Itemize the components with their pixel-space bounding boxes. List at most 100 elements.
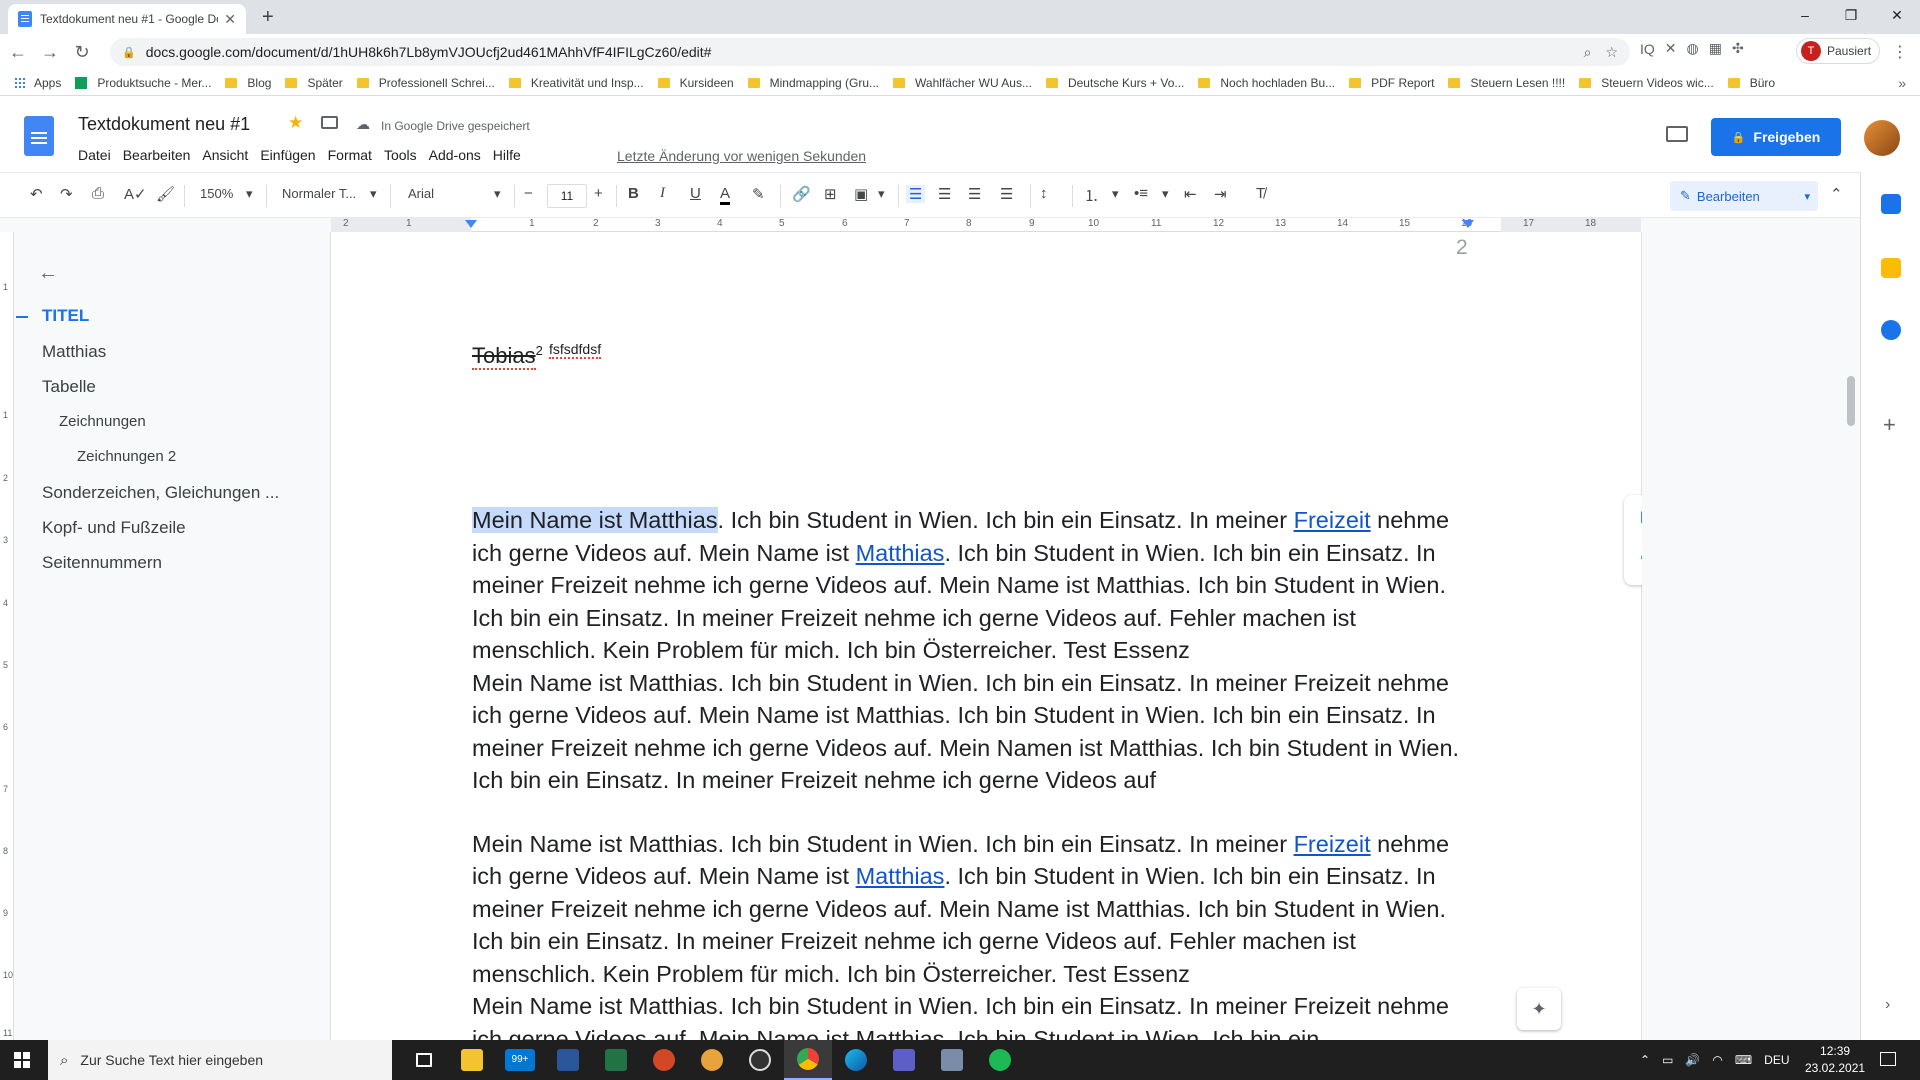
bookmark-item[interactable]: Noch hochladen Bu... (1198, 76, 1335, 90)
outline-item-matthias[interactable]: Matthias (42, 342, 106, 362)
restore-icon[interactable]: ❐ (1828, 4, 1874, 26)
editing-mode-select[interactable]: ✎ Bearbeiten ▾ (1670, 181, 1818, 211)
zoom-select[interactable]: 150% (200, 186, 233, 201)
bookmark-item[interactable]: Kursideen (657, 76, 734, 90)
bookmark-item[interactable]: Blog (225, 76, 271, 90)
chevron-down-icon[interactable]: ▾ (1162, 186, 1169, 202)
taskbar-search[interactable]: ⌕ Zur Suche Text hier eingeben (48, 1040, 392, 1080)
chrome-icon[interactable] (784, 1040, 832, 1080)
powerpoint-icon[interactable] (640, 1040, 688, 1080)
spellcheck-icon[interactable]: A✓ (124, 185, 147, 203)
text-color-icon[interactable]: A (720, 185, 731, 205)
language-indicator[interactable]: DEU (1764, 1053, 1789, 1067)
extension-iq-icon[interactable]: IQ (1640, 41, 1655, 57)
excel-icon[interactable] (592, 1040, 640, 1080)
heading-tobias[interactable]: Tobias2 fsfsdfdsf (472, 341, 602, 371)
right-indent-marker[interactable] (1462, 220, 1474, 228)
line-spacing-icon[interactable]: ↕ (1040, 185, 1048, 202)
add-comment-icon[interactable]: ⊞ (1624, 495, 1642, 539)
docs-logo-icon[interactable] (24, 116, 54, 156)
volume-icon[interactable]: 🔊 (1685, 1053, 1700, 1067)
extension-grid-icon[interactable]: ▦ (1709, 40, 1722, 57)
notifications-icon[interactable] (1880, 1052, 1896, 1066)
insert-comment-icon[interactable]: ⊞ (824, 185, 837, 203)
collapse-menus-icon[interactable]: ⌃ (1830, 185, 1843, 203)
forward-icon[interactable]: → (36, 42, 64, 63)
tab-close-icon[interactable]: ✕ (224, 11, 236, 28)
menu-einfuegen[interactable]: Einfügen (254, 147, 321, 163)
chevron-down-icon[interactable]: ▾ (246, 186, 253, 202)
font-size-input[interactable]: 11 (547, 184, 587, 208)
menu-addons[interactable]: Add-ons (423, 147, 487, 163)
menu-tools[interactable]: Tools (378, 147, 423, 163)
outline-item-tabelle[interactable]: Tabelle (42, 377, 96, 397)
lock-icon[interactable]: 🔒 (122, 46, 136, 59)
extension-icon[interactable]: ✕ (1665, 40, 1677, 57)
insert-image-icon[interactable]: ▣ (854, 185, 868, 203)
chevron-up-icon[interactable]: ⌃ (1640, 1053, 1650, 1067)
minimize-icon[interactable]: – (1782, 4, 1828, 26)
chevron-down-icon[interactable]: ▾ (494, 186, 501, 202)
last-edit-link[interactable]: Letzte Änderung vor wenigen Sekunden (617, 148, 866, 164)
bookmark-item[interactable]: Steuern Videos wic... (1579, 76, 1714, 90)
bulleted-list-icon[interactable]: •≡ (1134, 185, 1148, 202)
document-page[interactable]: 2 Tobias2 fsfsdfdsf Mein Name ist Matthi… (331, 232, 1641, 1040)
outline-item-titel[interactable]: TITEL (42, 306, 89, 326)
link-matthias[interactable]: Matthias (856, 540, 945, 566)
numbered-list-icon[interactable]: ⒈ (1084, 185, 1099, 206)
word-icon[interactable] (544, 1040, 592, 1080)
link-freizeit[interactable]: Freizeit (1294, 831, 1371, 857)
browser-tab[interactable]: Textdokument neu #1 - Google Docs ✕ (8, 4, 246, 34)
decrease-font-size-icon[interactable]: − (524, 185, 533, 202)
tasks-icon[interactable] (1881, 320, 1901, 340)
calendar-icon[interactable] (1881, 194, 1901, 214)
bookmarks-overflow-icon[interactable]: » (1898, 75, 1906, 91)
move-folder-icon[interactable] (321, 116, 338, 129)
highlight-color-icon[interactable]: ✎ (752, 185, 765, 203)
bookmark-item[interactable]: Wahlfächer WU Aus... (893, 76, 1032, 90)
scrollbar[interactable] (1843, 232, 1860, 1040)
bookmark-item[interactable]: Mindmapping (Gru... (747, 76, 879, 90)
italic-icon[interactable]: I (660, 185, 665, 202)
star-icon[interactable]: ★ (288, 113, 303, 133)
close-outline-icon[interactable]: ← (38, 262, 58, 285)
menu-format[interactable]: Format (322, 147, 378, 163)
obs-icon[interactable] (736, 1040, 784, 1080)
font-select[interactable]: Arial (408, 186, 434, 201)
windows-start-icon[interactable] (14, 1052, 30, 1068)
undo-icon[interactable]: ↶ (30, 185, 43, 203)
app-icon[interactable] (928, 1040, 976, 1080)
print-icon[interactable]: ⎙ (92, 185, 104, 202)
outline-item-sonderzeichen[interactable]: Sonderzeichen, Gleichungen ... (42, 483, 279, 503)
align-left-icon[interactable]: ☰ (906, 185, 926, 203)
underline-icon[interactable]: U (690, 185, 701, 202)
decrease-indent-icon[interactable]: ⇤ (1184, 185, 1197, 203)
menu-datei[interactable]: Datei (72, 147, 117, 163)
clear-formatting-icon[interactable]: T̸ (1256, 185, 1265, 202)
increase-indent-icon[interactable]: ⇥ (1214, 185, 1227, 203)
bookmark-star-icon[interactable]: ☆ (1605, 44, 1618, 61)
expand-panel-icon[interactable]: › (1885, 996, 1890, 1014)
task-view-icon[interactable] (400, 1040, 448, 1080)
document-body[interactable]: Mein Name ist Matthias. Ich bin Student … (472, 504, 1462, 1040)
bold-icon[interactable]: B (628, 185, 639, 202)
extensions-puzzle-icon[interactable]: ✣ (1732, 40, 1744, 57)
close-window-icon[interactable]: ✕ (1874, 4, 1920, 26)
insert-link-icon[interactable]: 🔗 (792, 185, 811, 203)
add-addon-icon[interactable]: + (1883, 412, 1896, 438)
align-right-icon[interactable]: ☰ (968, 185, 981, 203)
bookmark-item[interactable]: Professionell Schrei... (356, 76, 495, 90)
file-explorer-icon[interactable] (448, 1040, 496, 1080)
app-icon[interactable] (880, 1040, 928, 1080)
keep-icon[interactable] (1881, 258, 1901, 278)
menu-ansicht[interactable]: Ansicht (196, 147, 254, 163)
edge-icon[interactable] (832, 1040, 880, 1080)
extension-globe-icon[interactable]: ◍ (1687, 40, 1699, 57)
share-button[interactable]: 🔒 Freigeben (1711, 118, 1841, 156)
style-select[interactable]: Normaler T... (282, 186, 356, 201)
explore-icon[interactable]: ✦ (1517, 988, 1561, 1030)
mail-icon[interactable]: 99+ (496, 1040, 544, 1080)
document-title[interactable]: Textdokument neu #1 (78, 114, 250, 135)
justify-icon[interactable]: ☰ (1000, 185, 1013, 203)
ruler-bar[interactable]: 2 1 1 2 3 4 5 6 7 8 9 10 11 12 13 14 15 … (331, 218, 1641, 232)
